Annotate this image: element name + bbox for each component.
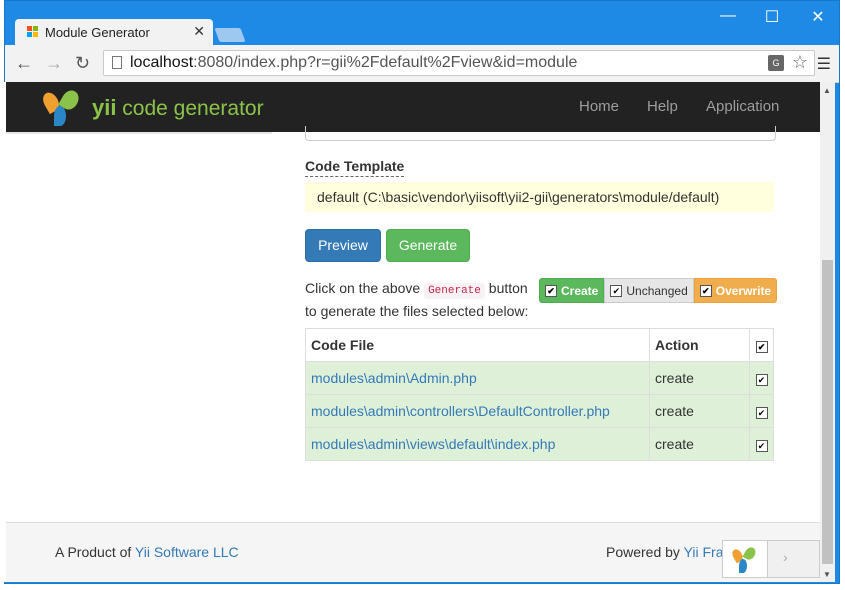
table-header-row: Code File Action ✔ — [305, 328, 774, 362]
table-row: modules\admin\Admin.php create ✔ — [305, 361, 774, 395]
debug-toolbar-widget[interactable]: › — [722, 540, 820, 578]
code-template-label: Code Template — [305, 158, 405, 177]
row-checkbox[interactable]: ✔ — [755, 407, 768, 419]
tab-close-icon[interactable]: ✕ — [193, 23, 205, 40]
yii-logo-icon[interactable] — [39, 87, 82, 128]
file-link[interactable]: modules\admin\controllers\DefaultControl… — [305, 394, 650, 428]
scroll-up-icon[interactable]: ▲ — [823, 86, 831, 95]
url-host: localhost — [130, 54, 194, 71]
file-action: create — [649, 361, 750, 395]
nav-home[interactable]: Home — [579, 98, 619, 115]
file-link[interactable]: modules\admin\views\default\index.php — [305, 427, 650, 461]
powered-prefix: Powered by — [606, 544, 684, 560]
footer-prefix: A Product of — [55, 544, 135, 560]
hint-line2: to generate the files selected below: — [305, 303, 529, 319]
hint-after: button — [484, 280, 528, 296]
row-check-cell: ✔ — [749, 361, 774, 395]
generate-hint: Click on the above Generate button to ge… — [305, 278, 528, 321]
brand-title[interactable]: yii code generator — [92, 95, 264, 121]
footer-powered: Powered by Yii Fra — [606, 544, 724, 560]
browser-menu-icon[interactable]: ☰ — [817, 54, 831, 74]
translate-icon[interactable]: G — [768, 55, 784, 71]
legend-unchanged[interactable]: ✔ Unchanged — [604, 278, 694, 303]
tab-favicon-icon — [27, 26, 39, 38]
forward-arrow-icon[interactable]: → — [45, 53, 63, 74]
brand-yii: yii — [92, 95, 117, 120]
check-icon: ✔ — [699, 284, 712, 297]
legend-unchanged-label: Unchanged — [626, 283, 688, 298]
select-all-cell: ✔ — [749, 328, 774, 362]
browser-tab[interactable]: Module Generator ✕ — [15, 19, 213, 45]
hint-before: Click on the above — [305, 280, 425, 296]
new-tab-button[interactable] — [214, 28, 246, 42]
row-checkbox[interactable]: ✔ — [755, 440, 768, 452]
address-bar[interactable]: localhost:8080/index.php?r=gii%2Fdefault… — [103, 50, 815, 76]
page-icon — [112, 56, 122, 69]
reload-icon[interactable]: ↻ — [75, 53, 90, 74]
page-footer: A Product of Yii Software LLC Powered by… — [6, 523, 824, 582]
file-status-legend: ✔ Create ✔ Unchanged ✔ Overwrite — [539, 278, 778, 303]
code-template-value: default (C:\basic\vendor\yiisoft\yii2-gi… — [305, 182, 774, 212]
file-link[interactable]: modules\admin\Admin.php — [305, 361, 650, 395]
file-action: create — [649, 427, 750, 461]
code-files-table: Code File Action ✔ modules\admin\Admin.p… — [305, 328, 774, 461]
legend-create-label: Create — [561, 283, 599, 298]
legend-create[interactable]: ✔ Create — [539, 278, 605, 303]
row-check-cell: ✔ — [749, 427, 774, 461]
url-path: :8080/index.php?r=gii%2Fdefault%2Fview&i… — [193, 54, 578, 71]
generate-button[interactable]: Generate — [386, 229, 470, 262]
legend-overwrite[interactable]: ✔ Overwrite — [693, 278, 778, 303]
title-bar: Module Generator ✕ — ☐ ✕ — [5, 1, 839, 45]
check-icon: ✔ — [545, 284, 557, 297]
top-navbar: yii code generator Home Help Application — [6, 82, 824, 132]
tab-title: Module Generator — [45, 25, 150, 40]
preview-button[interactable]: Preview — [305, 229, 381, 262]
page-viewport: yii code generator Home Help Application… — [4, 82, 824, 582]
yii-framework-link[interactable]: Yii Fra — [684, 544, 724, 560]
browser-toolbar: ← → ↻ localhost:8080/index.php?r=gii%2Fd… — [5, 45, 839, 83]
yii-software-link[interactable]: Yii Software LLC — [135, 544, 239, 560]
legend-overwrite-label: Overwrite — [715, 283, 772, 298]
scroll-down-icon[interactable]: ▼ — [823, 570, 831, 579]
row-checkbox[interactable]: ✔ — [755, 374, 768, 386]
previous-field-input[interactable] — [305, 126, 776, 141]
file-action: create — [649, 394, 750, 428]
url-text[interactable]: localhost:8080/index.php?r=gii%2Fdefault… — [130, 54, 577, 72]
bookmark-star-icon[interactable]: ☆ — [792, 52, 808, 73]
yii-debug-logo-icon[interactable] — [723, 541, 768, 577]
table-row: modules\admin\views\default\index.php cr… — [305, 427, 774, 461]
minimize-button[interactable]: — — [713, 7, 743, 25]
sidebar-divider — [6, 132, 272, 134]
nav-help[interactable]: Help — [647, 98, 678, 115]
back-arrow-icon[interactable]: ← — [15, 53, 33, 74]
table-row: modules\admin\controllers\DefaultControl… — [305, 394, 774, 428]
expand-chevron-icon[interactable]: › — [783, 549, 788, 565]
nav-application[interactable]: Application — [706, 98, 779, 115]
footer-credit: A Product of Yii Software LLC — [55, 544, 239, 560]
close-window-button[interactable]: ✕ — [803, 7, 833, 27]
check-icon: ✔ — [610, 284, 623, 297]
vertical-scrollbar[interactable]: ▲ ▼ — [820, 82, 835, 582]
maximize-button[interactable]: ☐ — [757, 7, 787, 27]
scroll-thumb[interactable] — [822, 260, 833, 564]
row-check-cell: ✔ — [749, 394, 774, 428]
header-code-file[interactable]: Code File — [305, 328, 650, 362]
select-all-checkbox[interactable]: ✔ — [755, 341, 768, 353]
brand-rest: code generator — [116, 97, 264, 120]
hint-code: Generate — [424, 283, 485, 299]
header-action[interactable]: Action — [649, 328, 750, 362]
